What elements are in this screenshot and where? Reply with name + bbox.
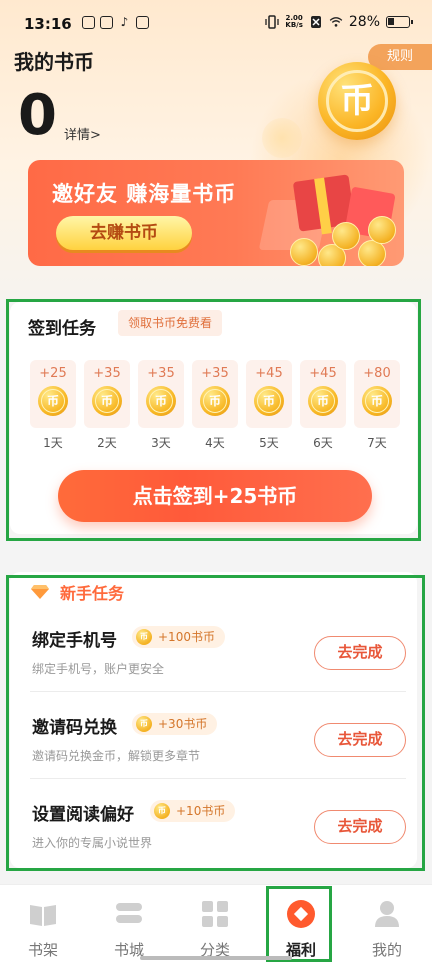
- system-status: 2.00 KB/s 28%: [265, 14, 413, 30]
- highlight-frame: [6, 299, 421, 541]
- tiktok-icon: ♪: [120, 15, 129, 29]
- highlight-frame: [6, 575, 425, 871]
- coin-icon: [290, 238, 318, 266]
- coin-icon: [368, 216, 396, 244]
- page-title: 我的书币: [14, 50, 94, 74]
- rules-button[interactable]: 规则: [368, 44, 432, 70]
- coin-glyph: 币: [340, 81, 374, 121]
- nav-label: 我的: [371, 941, 402, 959]
- status-time: 13:16: [24, 15, 72, 33]
- bookstore-icon: [116, 903, 142, 923]
- message-icon: [136, 16, 149, 29]
- home-indicator[interactable]: [140, 956, 292, 960]
- earn-coins-button[interactable]: 去赚书币: [56, 216, 192, 250]
- bookshelf-icon: [30, 905, 56, 926]
- details-link[interactable]: 详情>: [64, 124, 101, 143]
- category-icon: [202, 901, 228, 927]
- notification-icons: ♪: [82, 16, 149, 29]
- network-speed-unit: KB/s: [285, 21, 303, 29]
- invite-title: 邀好友 赚海量书币: [52, 182, 237, 206]
- nav-category[interactable]: 分类: [172, 885, 258, 965]
- highlight-frame: [266, 886, 332, 962]
- network-speed: 2.00 KB/s: [285, 15, 302, 29]
- status-bar: 13:16 ♪ 2.00 KB/s 28%: [0, 0, 432, 42]
- mail-icon: [100, 16, 113, 29]
- nav-profile[interactable]: 我的: [344, 885, 430, 965]
- weibo-icon: [82, 16, 95, 29]
- battery-percent: 28%: [348, 14, 380, 30]
- nav-bookstore[interactable]: 书城: [86, 885, 172, 965]
- vibrate-icon: [265, 15, 280, 29]
- coin-icon: 币: [318, 62, 396, 140]
- invite-banner[interactable]: 邀好友 赚海量书币 去赚书币: [28, 160, 404, 266]
- nav-label: 书架: [27, 941, 58, 959]
- profile-icon: [375, 901, 399, 927]
- wifi-icon: [329, 17, 343, 27]
- nav-bookshelf[interactable]: 书架: [0, 885, 86, 965]
- decorative-coin: [262, 118, 302, 158]
- bottom-nav: 书架 书城 分类 福利 我的: [0, 884, 432, 965]
- sim-off-icon: [310, 16, 321, 28]
- coin-balance: 0: [18, 83, 57, 148]
- battery-icon: [386, 16, 413, 28]
- coin-icon: [332, 222, 360, 250]
